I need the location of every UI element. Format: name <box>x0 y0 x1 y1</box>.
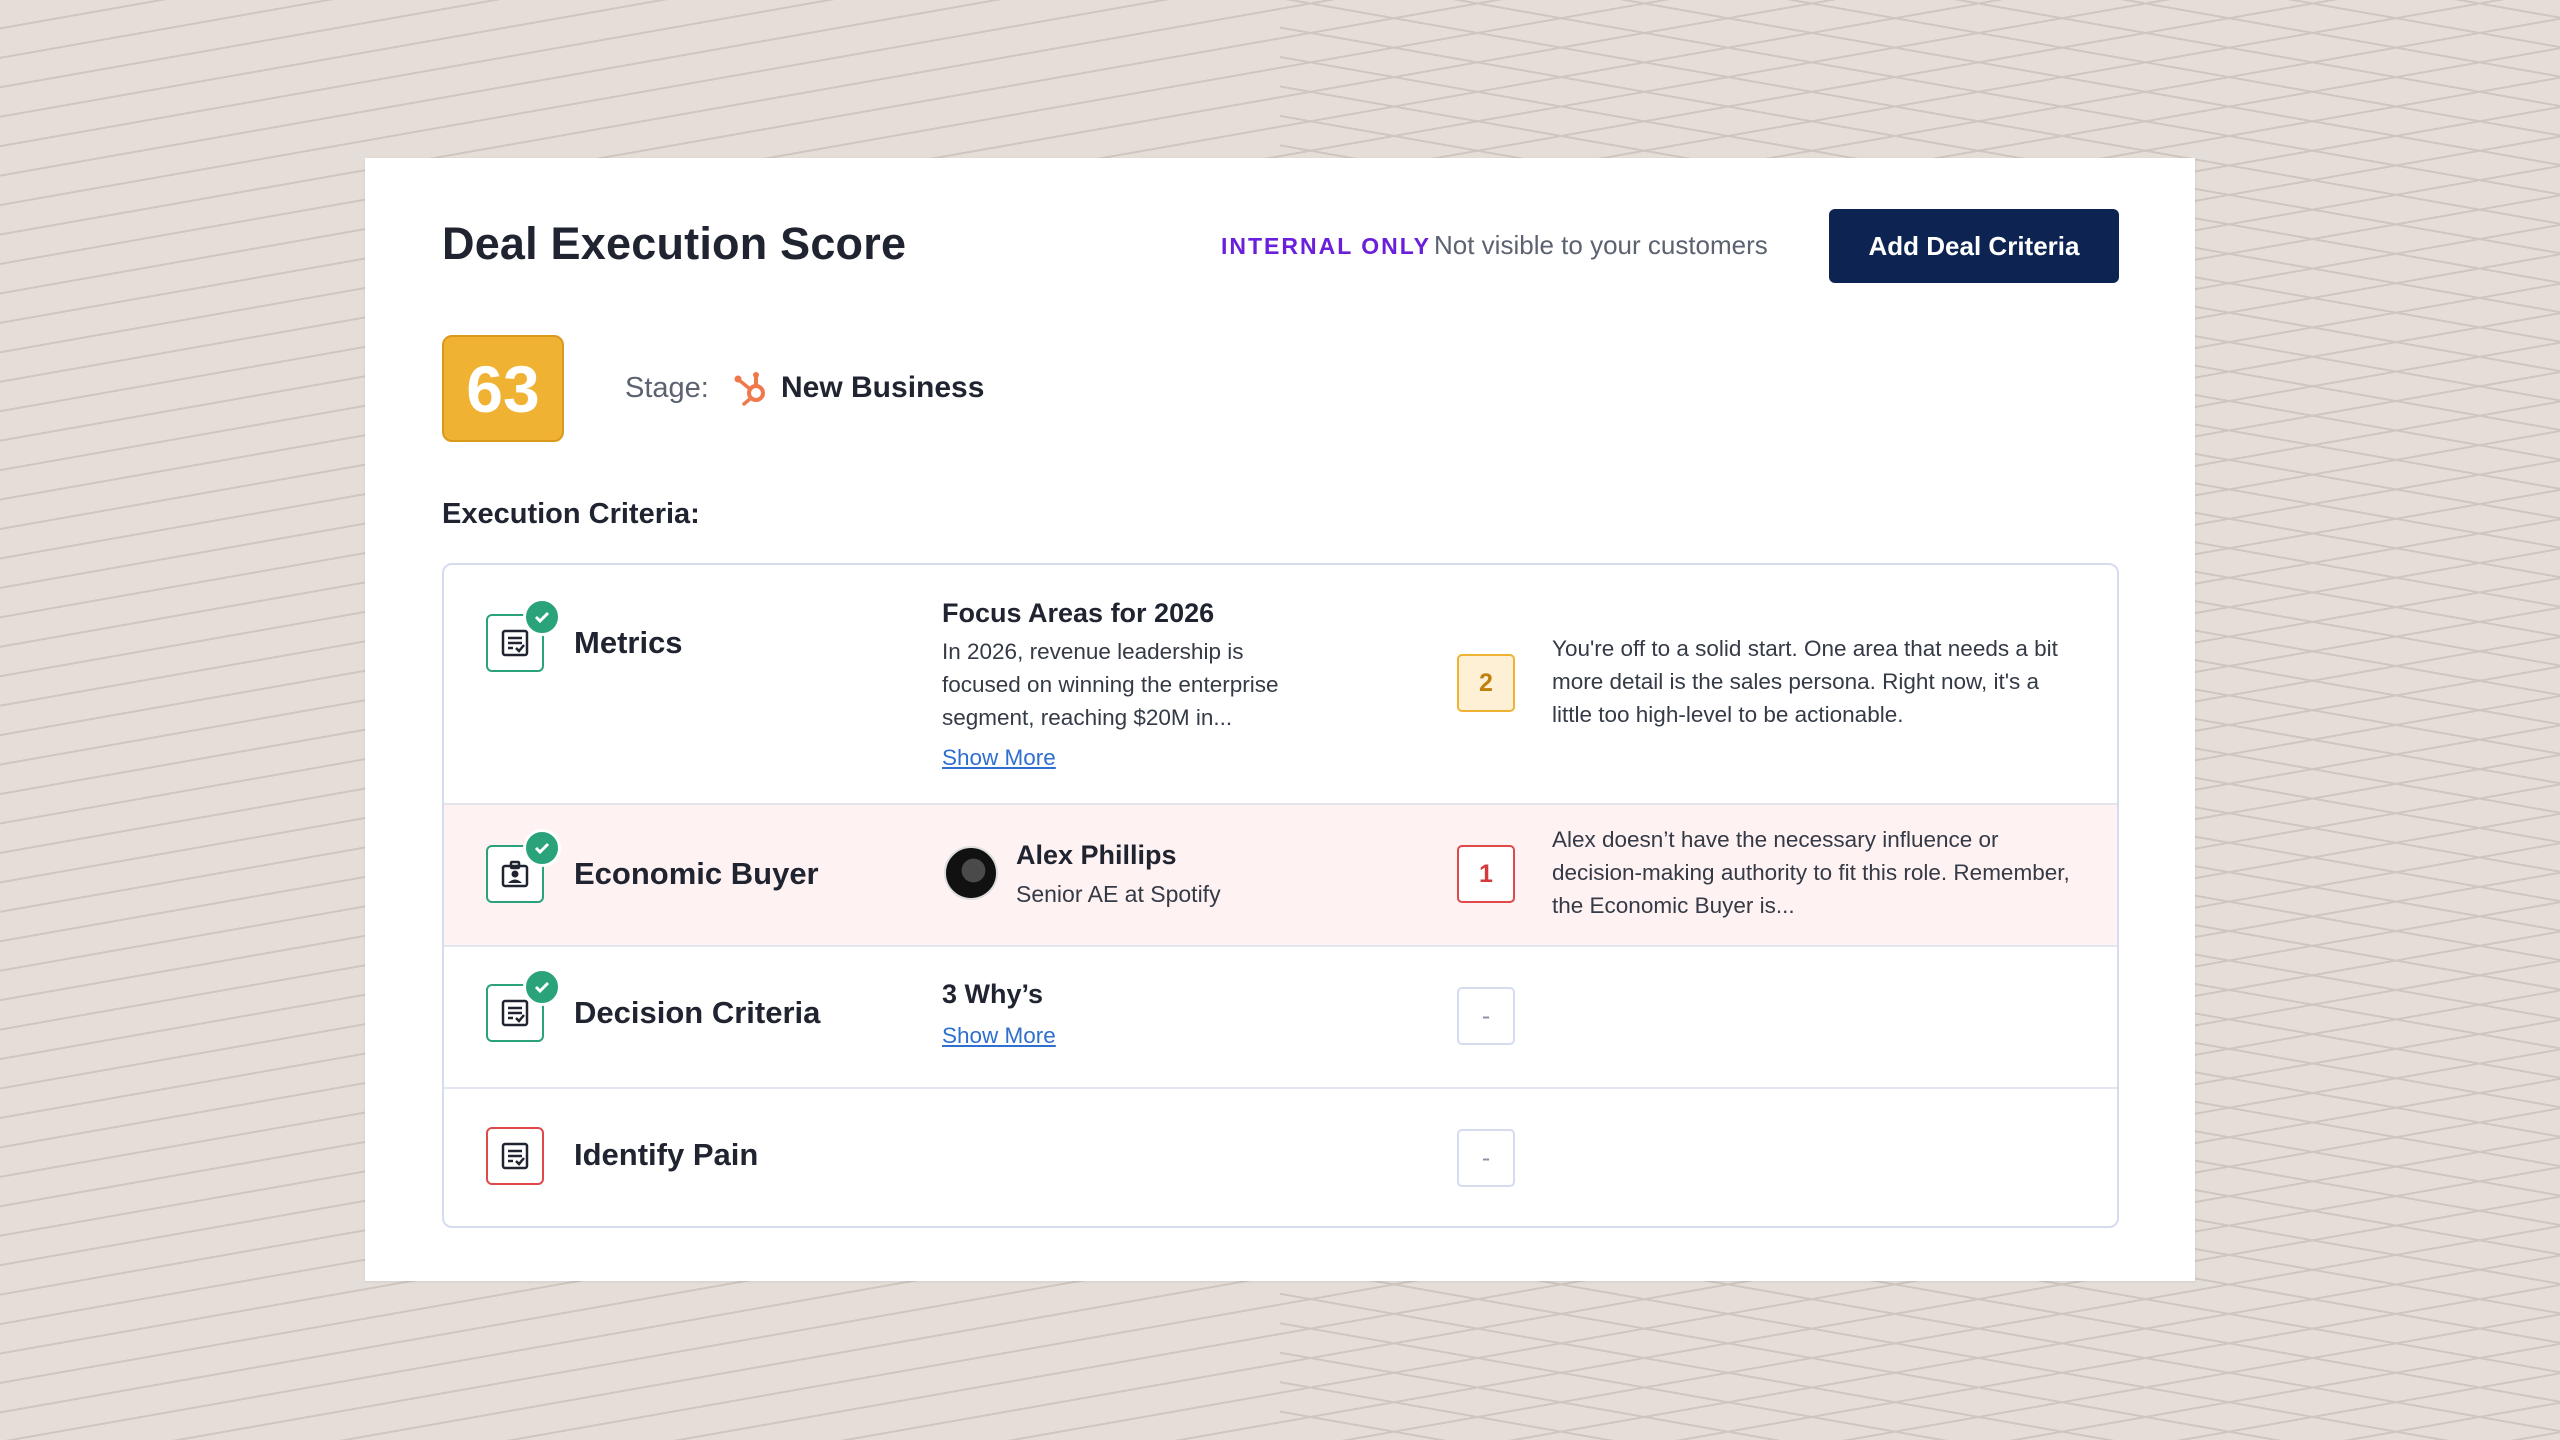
internal-only-label: INTERNAL ONLY <box>1221 233 1432 259</box>
rating-badge: 1 <box>1457 845 1515 903</box>
criteria-table: Metrics Focus Areas for 2026 In 2026, re… <box>442 563 2119 1228</box>
detail-title: 3 Why’s <box>942 979 1044 1009</box>
criteria-row-economic-buyer[interactable]: Economic Buyer Alex Phillips Senior AE a… <box>444 805 2117 947</box>
criteria-name: Metrics <box>574 625 683 660</box>
rating-badge: - <box>1457 1129 1515 1187</box>
avatar <box>944 846 998 900</box>
page-title: Deal Execution Score <box>442 218 907 269</box>
feedback-text: Alex doesn’t have the necessary influenc… <box>1552 827 2070 918</box>
deal-execution-card: Deal Execution Score INTERNAL ONLY Not v… <box>365 158 2195 1281</box>
criteria-name: Decision Criteria <box>574 995 821 1030</box>
execution-criteria-heading: Execution Criteria: <box>442 498 700 530</box>
criteria-row-identify-pain[interactable]: Identify Pain - <box>444 1089 2117 1226</box>
score-badge: 63 <box>442 335 564 442</box>
stage-label: Stage: <box>625 372 709 404</box>
hubspot-icon <box>734 372 765 406</box>
stage-value: New Business <box>781 371 985 404</box>
rating-badge: - <box>1457 987 1515 1045</box>
add-deal-criteria-button[interactable]: Add Deal Criteria <box>1829 209 2119 283</box>
visibility-note: Not visible to your customers <box>1434 230 1768 260</box>
detail-title: Focus Areas for 2026 <box>942 598 1215 628</box>
show-more-link[interactable]: Show More <box>942 1023 1056 1049</box>
show-more-link[interactable]: Show More <box>942 745 1056 771</box>
check-icon <box>523 968 561 1006</box>
criteria-row-metrics[interactable]: Metrics Focus Areas for 2026 In 2026, re… <box>444 565 2117 805</box>
person-role: Senior AE at Spotify <box>1016 881 1221 907</box>
feedback-text: You're off to a solid start. One area th… <box>1552 636 2058 727</box>
document-check-icon <box>486 1127 544 1185</box>
criteria-name: Economic Buyer <box>574 856 819 891</box>
check-icon <box>523 829 561 867</box>
check-icon <box>523 598 561 636</box>
rating-badge: 2 <box>1457 654 1515 712</box>
criteria-row-decision-criteria[interactable]: Decision Criteria 3 Why’s Show More - <box>444 947 2117 1089</box>
person-name: Alex Phillips <box>1016 840 1177 870</box>
criteria-name: Identify Pain <box>574 1137 759 1172</box>
detail-text: In 2026, revenue leadership is focused o… <box>942 639 1279 730</box>
